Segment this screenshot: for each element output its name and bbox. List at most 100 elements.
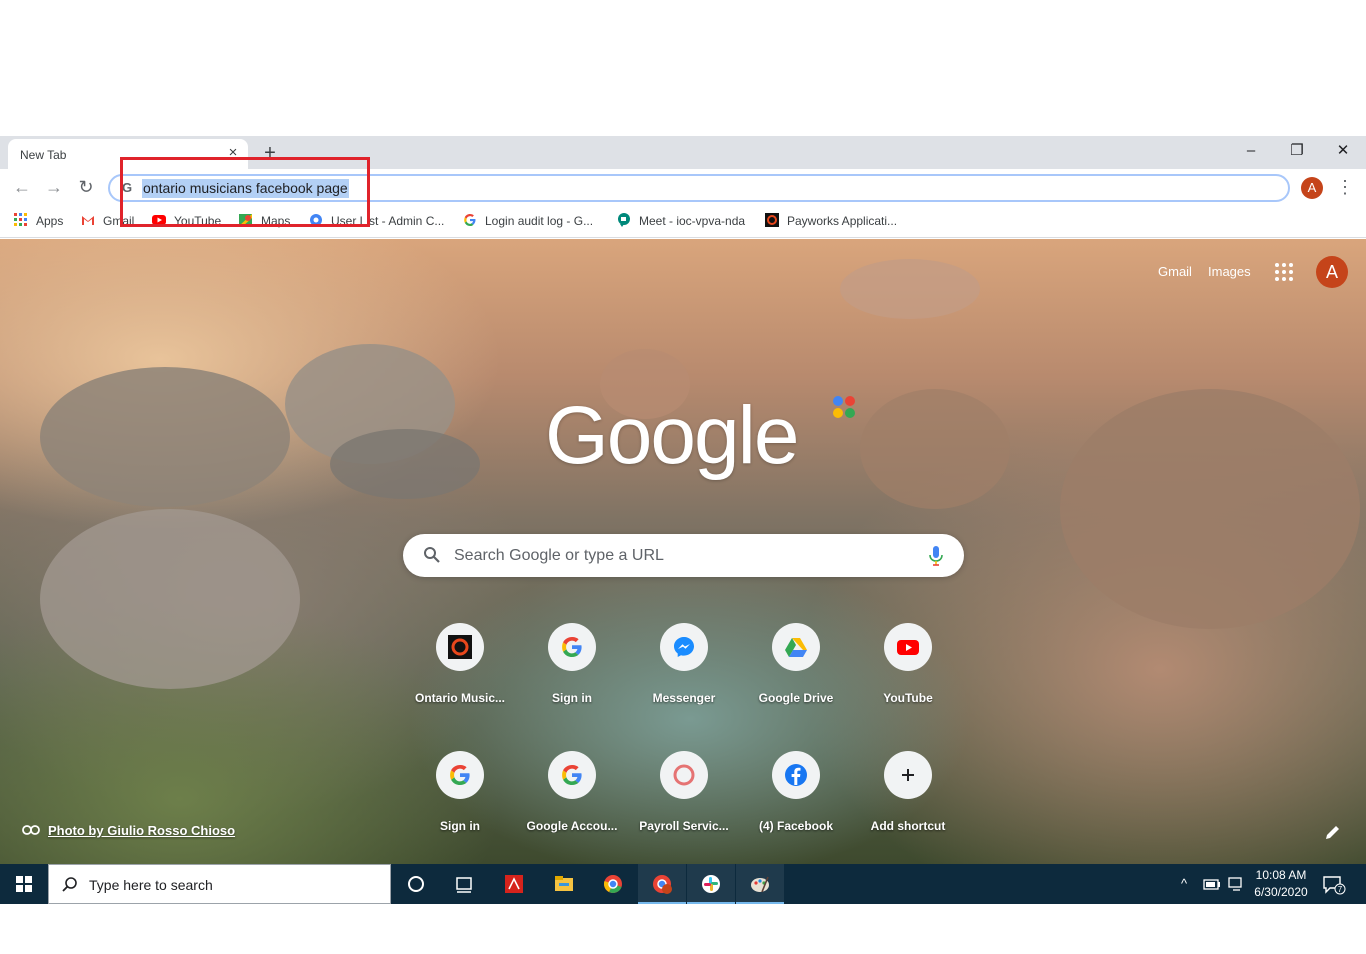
google-apps-icon[interactable] [1275, 263, 1293, 281]
task-view-button[interactable] [440, 864, 488, 904]
bookmark-payworks[interactable]: Payworks Applicati... [765, 213, 897, 231]
drive-icon [785, 638, 807, 657]
google-icon [562, 764, 582, 785]
messenger-icon [674, 637, 694, 657]
screen: New Tab × + – ❐ ✕ ← → ↻ G ontario musici… [0, 0, 1366, 954]
shortcut-tile [772, 623, 820, 671]
cortana-button[interactable] [392, 864, 440, 904]
shortcut-label: Add shortcut [870, 819, 946, 833]
highlight-annotation-box [120, 157, 370, 227]
clock-date[interactable]: 6/30/2020 [1252, 885, 1310, 899]
windows-taskbar: Type here to search ^ 10:08 AM 6/30/2020… [0, 864, 1366, 904]
bookmark-login-audit[interactable]: Login audit log - G... [463, 213, 593, 231]
shortcut-tile [436, 623, 484, 671]
payroll-icon [673, 764, 695, 786]
shortcut-label: Payroll Servic... [639, 819, 729, 833]
chrome-profile-icon [653, 875, 672, 894]
tab-title: New Tab [20, 148, 67, 162]
taskbar-paint[interactable] [736, 864, 784, 904]
shortcut-ontario-music[interactable]: Ontario Music... [404, 623, 516, 735]
reload-button[interactable]: ↻ [74, 175, 98, 199]
bookmark-label: Meet - ioc-vpva-nda [639, 214, 746, 228]
close-window-button[interactable]: ✕ [1320, 138, 1366, 166]
acrobat-icon [505, 875, 523, 893]
tray-overflow-chevron[interactable]: ^ [1181, 876, 1187, 891]
google-logo: Google [545, 390, 799, 481]
photo-credit-link[interactable]: Photo by Giulio Rosso Chioso [22, 823, 235, 838]
shortcut-label: Sign in [440, 819, 480, 833]
background-rock [330, 429, 480, 499]
shortcut-google-drive[interactable]: Google Drive [740, 623, 852, 735]
shortcut-label: Sign in [552, 691, 592, 705]
microphone-icon[interactable] [927, 545, 945, 567]
add-shortcut-button[interactable]: Add shortcut [852, 751, 964, 863]
shortcut-tile [548, 623, 596, 671]
shortcut-tile [772, 751, 820, 799]
link-icon [22, 825, 40, 835]
facebook-icon [785, 764, 807, 786]
shortcut-google-account[interactable]: Google Accou... [516, 751, 628, 863]
bookmark-meet[interactable]: Meet - ioc-vpva-nda [617, 213, 745, 231]
shortcut-label: Google Accou... [526, 819, 618, 833]
bookmark-apps[interactable]: Apps [14, 213, 63, 231]
bookmark-label: Login audit log - G... [485, 214, 594, 228]
shortcut-youtube[interactable]: YouTube [852, 623, 964, 735]
new-tab-page: Gmail Images A Google Search Google or t… [0, 239, 1366, 864]
photo-credit-text: Photo by Giulio Rosso Chioso [48, 823, 236, 838]
shortcut-label: Google Drive [758, 691, 834, 705]
chrome-icon [604, 875, 622, 893]
minimize-button[interactable]: – [1228, 138, 1274, 166]
taskbar-chrome[interactable] [589, 864, 637, 904]
background-rock [840, 259, 980, 319]
action-center-icon[interactable]: 7 [1322, 875, 1346, 895]
clock-time[interactable]: 10:08 AM [1255, 868, 1307, 882]
background-rock [40, 367, 290, 507]
youtube-icon [897, 640, 919, 655]
account-avatar[interactable]: A [1316, 256, 1348, 288]
meet-icon [618, 213, 630, 227]
taskbar-slack[interactable] [687, 864, 735, 904]
shortcut-label: (4) Facebook [758, 819, 833, 833]
taskbar-acrobat[interactable] [490, 864, 538, 904]
cortana-circle-icon [408, 876, 424, 892]
shortcut-tile [548, 751, 596, 799]
taskbar-search-box[interactable]: Type here to search [48, 864, 391, 904]
restore-button[interactable]: ❐ [1274, 138, 1320, 166]
profile-avatar-button[interactable]: A [1301, 177, 1323, 199]
windows-start-icon[interactable] [0, 864, 48, 904]
shortcut-label: YouTube [883, 691, 933, 705]
shortcut-sign-in-2[interactable]: Sign in [404, 751, 516, 863]
pencil-icon[interactable] [1324, 823, 1342, 841]
slack-icon [702, 875, 720, 893]
shortcut-sign-in[interactable]: Sign in [516, 623, 628, 735]
bookmark-label: Payworks Applicati... [787, 214, 898, 228]
shortcut-messenger[interactable]: Messenger [628, 623, 740, 735]
background-rock [1060, 389, 1360, 629]
ontario-music-icon [448, 635, 472, 659]
apps-grid-icon [14, 213, 27, 226]
background-rock [860, 389, 1010, 509]
shortcut-tile [660, 751, 708, 799]
gmail-icon [82, 216, 94, 225]
battery-icon[interactable] [1203, 877, 1221, 891]
taskbar-chrome-profile[interactable] [638, 864, 686, 904]
back-button[interactable]: ← [10, 175, 34, 199]
assistant-dots-icon [833, 396, 855, 418]
shortcut-tile [884, 623, 932, 671]
shortcut-payroll[interactable]: Payroll Servic... [628, 751, 740, 863]
taskbar-file-explorer[interactable] [540, 864, 588, 904]
payworks-icon [765, 213, 779, 227]
network-icon[interactable] [1228, 877, 1246, 891]
forward-button[interactable]: → [42, 175, 66, 199]
shortcut-label: Ontario Music... [414, 691, 505, 705]
chrome-menu-icon[interactable]: ⋮ [1336, 175, 1354, 199]
images-link[interactable]: Images [1208, 264, 1251, 279]
ntp-search-box[interactable]: Search Google or type a URL [403, 534, 964, 577]
shortcut-facebook[interactable]: (4) Facebook [740, 751, 852, 863]
plus-icon [902, 769, 914, 781]
background-rock [40, 509, 300, 689]
search-placeholder: Search Google or type a URL [454, 547, 664, 564]
search-icon [62, 877, 77, 892]
task-view-icon [456, 877, 472, 893]
gmail-link[interactable]: Gmail [1158, 264, 1192, 279]
